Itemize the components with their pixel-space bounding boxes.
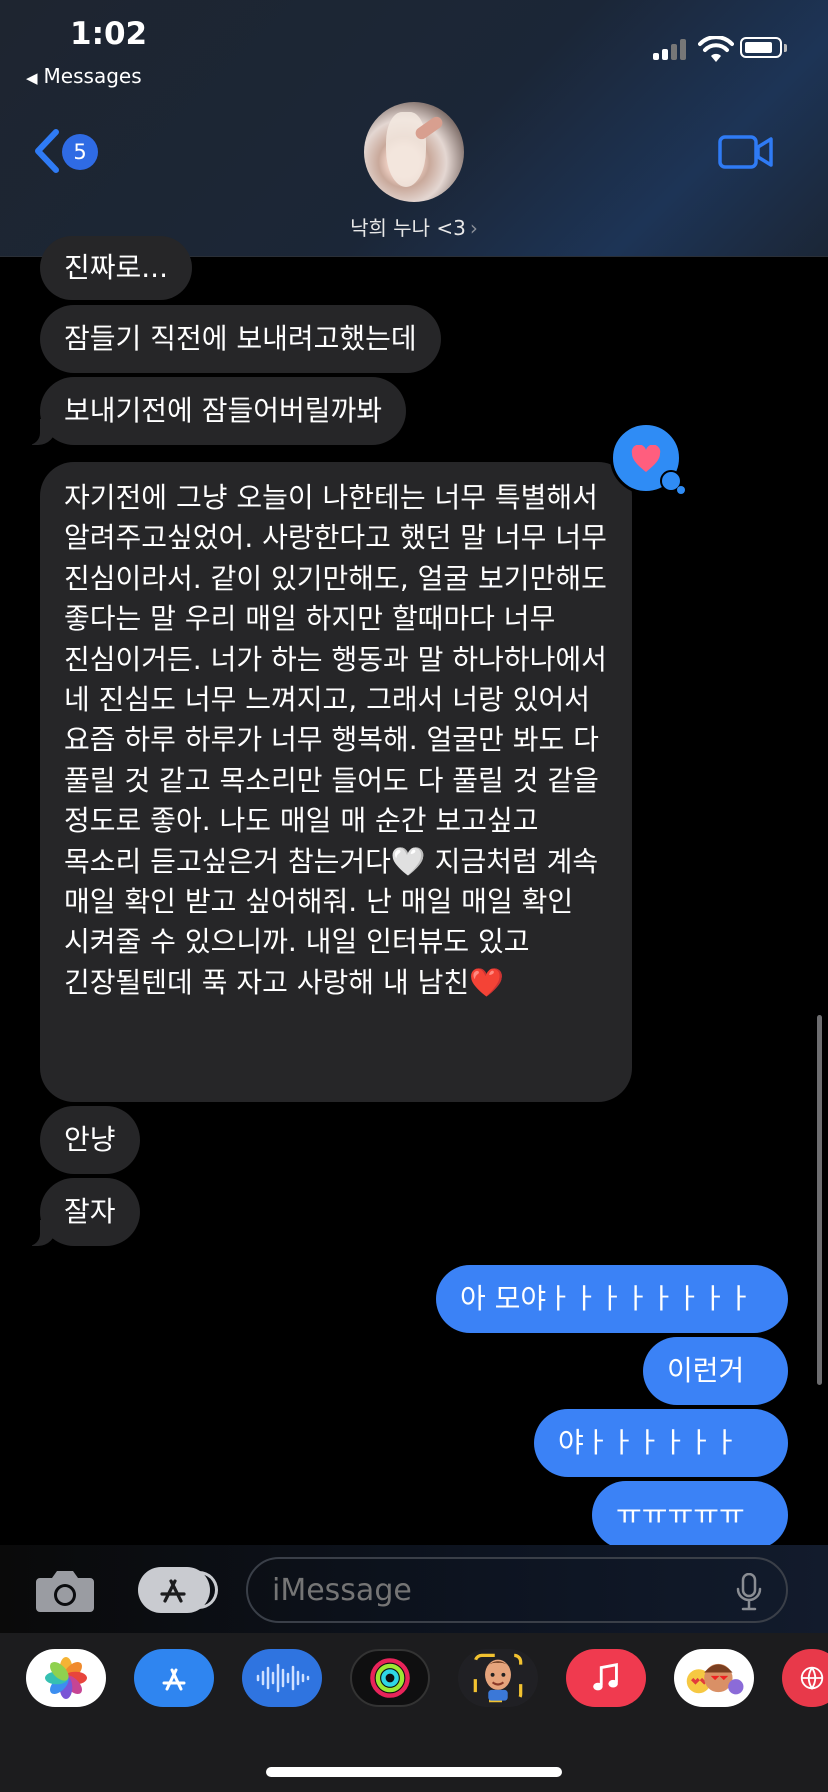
avatar-photo-detail [386,112,426,187]
tapback-tail-dot [677,486,685,494]
globe-icon [800,1666,824,1691]
battery-tip [784,44,787,52]
message-bubble-incoming[interactable]: 진짜로... [40,236,192,300]
heart-icon [631,445,661,472]
web-search-icon[interactable] [782,1649,828,1707]
appstore-app-icon[interactable] [134,1649,214,1707]
message-bubble-outgoing[interactable]: 야ㅏㅏㅏㅏㅏㅏ [534,1409,788,1477]
back-chevron-icon[interactable] [30,128,64,174]
music-note-icon [593,1662,618,1691]
contact-avatar[interactable] [364,102,464,202]
stickers-faces-icon [686,1663,744,1695]
appstore-glyph [162,1668,186,1691]
microphone-icon[interactable] [736,1573,762,1611]
back-triangle-icon: ◀ [26,69,38,87]
message-bubble-incoming[interactable]: 잠들기 직전에 보내려고했는데 [40,305,441,373]
message-bubble-outgoing[interactable]: 이런거 [643,1337,788,1405]
message-bubble-outgoing[interactable]: ㅠㅠㅠㅠㅠ [592,1481,788,1549]
waveform-icon [256,1663,310,1693]
message-bubble-incoming[interactable]: 보내기전에 잠들어버릴까봐 [21,377,407,445]
contact-name: 낙희 누나 <3 [350,216,466,240]
status-time: 1:02 [70,16,148,52]
audio-message-icon[interactable] [242,1649,322,1707]
memoji-app-icon[interactable] [458,1649,538,1707]
unread-count-badge[interactable]: 5 [62,134,98,170]
wifi-icon [698,36,734,62]
message-bubble-incoming-long[interactable]: 자기전에 그냥 오늘이 나한테는 너무 특별해서 알려주고싶었어. 사랑한다고 … [40,462,632,1102]
activity-rings-icon [370,1658,410,1698]
message-bubble-incoming[interactable]: 안냥 [40,1106,140,1174]
back-to-app-link[interactable]: ◀ Messages [26,64,142,88]
camera-icon[interactable] [34,1568,96,1614]
battery-icon [740,37,782,58]
photos-app-icon[interactable] [26,1649,106,1707]
photos-flower-icon [45,1657,87,1699]
message-input[interactable] [246,1557,788,1623]
message-bubble-incoming[interactable]: 잘자 [22,1178,140,1246]
apps-button[interactable] [138,1567,218,1613]
composer-bar [0,1545,828,1633]
home-indicator[interactable] [266,1767,562,1777]
back-app-label: Messages [43,64,142,88]
music-app-icon[interactable] [566,1649,646,1707]
message-bubble-outgoing[interactable]: 아 모야ㅏㅏㅏㅏㅏㅏㅏㅏ [436,1265,788,1333]
appstore-icon [160,1579,186,1603]
memoji-face-icon [473,1653,523,1703]
scrollbar[interactable] [817,1015,822,1385]
contact-chevron-icon: › [469,216,478,240]
conversation-header: 1:02 ◀ Messages 5 낙희 누나 <3 › [0,0,828,257]
activity-app-icon[interactable] [350,1649,430,1707]
animoji-stickers-icon[interactable] [674,1649,754,1707]
video-call-icon[interactable] [718,134,774,170]
cellular-signal-icon [653,38,689,60]
